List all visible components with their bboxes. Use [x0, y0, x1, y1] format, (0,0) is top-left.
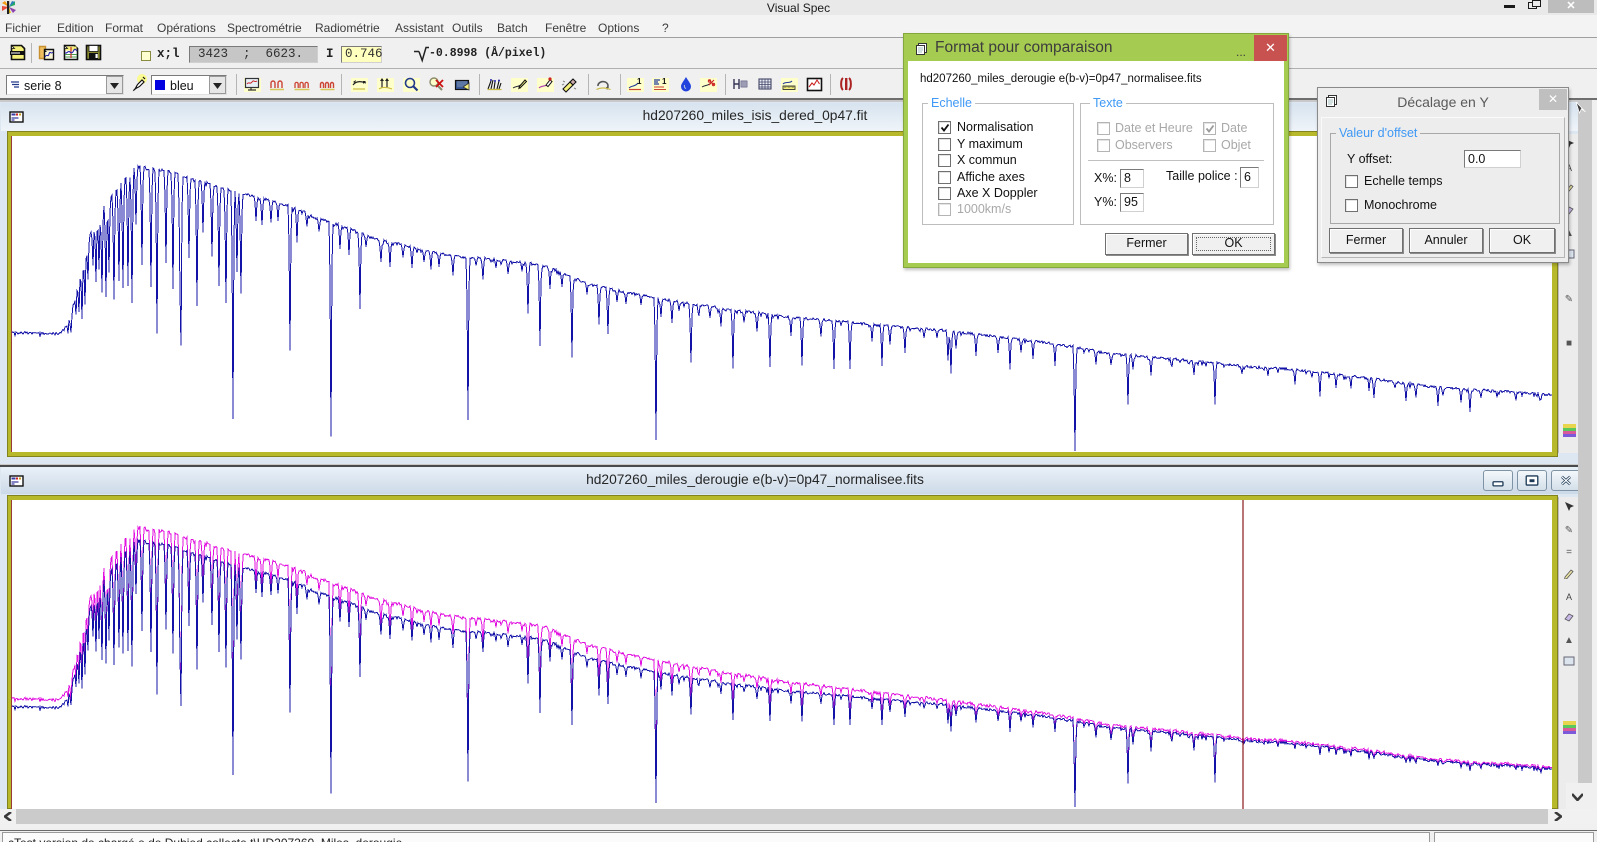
svg-text:1: 1	[662, 77, 667, 86]
svg-text:1: 1	[637, 77, 642, 86]
